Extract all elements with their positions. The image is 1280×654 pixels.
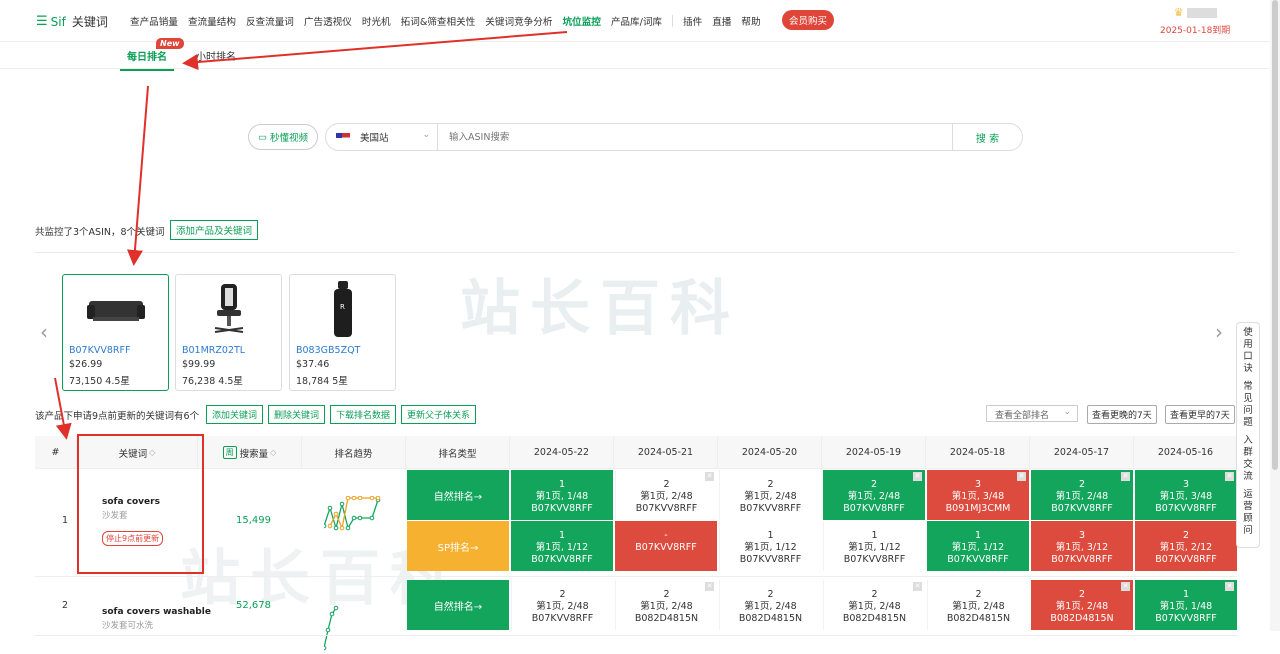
row-divider bbox=[35, 635, 1237, 636]
scrollbar-thumb[interactable] bbox=[1272, 0, 1278, 470]
arrow-to-daily-tab bbox=[182, 31, 568, 71]
arrow-to-product-card bbox=[126, 85, 149, 266]
annotation-arrows bbox=[54, 31, 568, 440]
trend-point bbox=[324, 645, 327, 651]
scrollbar[interactable] bbox=[1270, 0, 1280, 631]
arrow-to-keyword bbox=[54, 377, 72, 440]
